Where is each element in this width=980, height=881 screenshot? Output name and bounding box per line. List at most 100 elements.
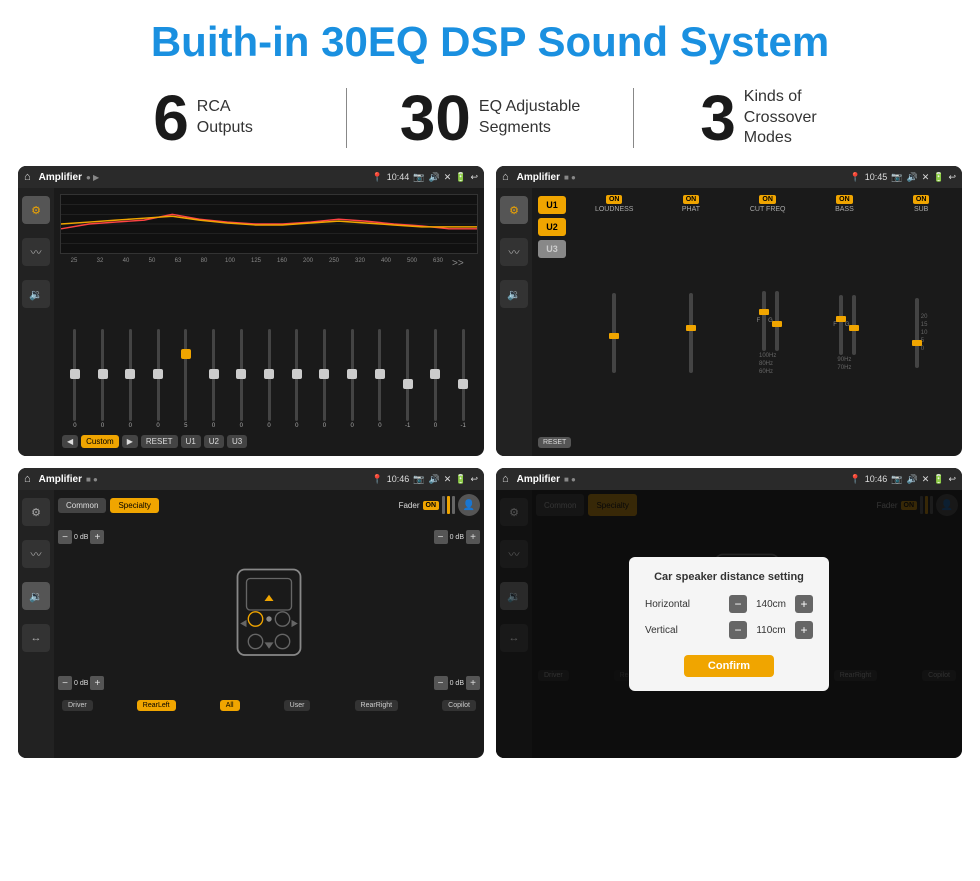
u2-crossover-btn[interactable]: U2	[538, 218, 566, 236]
eq-slider-6[interactable]: 0	[228, 329, 254, 429]
stat-crossover: 3 Kinds ofCrossover Modes	[634, 86, 920, 150]
camera-icon-2: 📷	[891, 172, 902, 183]
camera-icon-3: 📷	[413, 474, 424, 485]
status-icons-4: 📍 10:46 📷 🔊 ✕ 🔋 ↩	[850, 474, 957, 485]
vertical-minus-btn[interactable]: −	[729, 621, 747, 639]
sidebar-wave-btn[interactable]: 〰	[22, 238, 50, 266]
home-icon-2[interactable]: ⌂	[502, 171, 509, 183]
sidebar-vol-btn[interactable]: 🔉	[22, 280, 50, 308]
eq-slider-0[interactable]: 0	[62, 329, 88, 429]
back-icon-1[interactable]: ↩	[470, 172, 478, 183]
reset-btn[interactable]: RESET	[141, 435, 178, 448]
sidebar-wave-btn-2[interactable]: 〰	[500, 238, 528, 266]
volume-icon-1: 🔊	[428, 172, 439, 183]
bottomright-minus[interactable]: −	[434, 676, 448, 690]
rearright-btn[interactable]: RearRight	[355, 700, 399, 711]
u3-btn[interactable]: U3	[227, 435, 247, 448]
u2-btn[interactable]: U2	[204, 435, 224, 448]
vertical-row: Vertical − 110cm +	[645, 621, 813, 639]
eq-slider-1[interactable]: 0	[90, 329, 116, 429]
time-4: 10:46	[865, 474, 888, 484]
screen-crossover: ⌂ Amplifier ■ ● 📍 10:45 📷 🔊 ✕ 🔋 ↩ ⚙ 〰 🔉	[496, 166, 962, 456]
eq-slider-9[interactable]: 0	[312, 329, 338, 429]
horizontal-label: Horizontal	[645, 599, 705, 610]
eq-slider-3[interactable]: 0	[145, 329, 171, 429]
channel-sub: ON SUB 20151050	[884, 192, 958, 452]
channel-bass: ON BASS F G 90Hz70Hz	[808, 192, 882, 452]
bottom-label-buttons: Driver RearLeft All User RearRight Copil…	[58, 700, 480, 711]
app-title-2: Amplifier	[517, 172, 560, 183]
eq-slider-11[interactable]: 0	[367, 329, 393, 429]
eq-slider-7[interactable]: 0	[256, 329, 282, 429]
u3-crossover-btn[interactable]: U3	[538, 240, 566, 258]
home-icon-1[interactable]: ⌂	[24, 171, 31, 183]
reset-crossover-btn[interactable]: RESET	[538, 437, 571, 448]
topleft-minus[interactable]: −	[58, 530, 72, 544]
horizontal-minus-btn[interactable]: −	[729, 595, 747, 613]
profile-icon[interactable]: 👤	[458, 494, 480, 516]
status-dots-2: ■ ●	[564, 173, 576, 182]
sidebar-eq-btn[interactable]: ⚙	[22, 196, 50, 224]
sidebar-extra-btn-3[interactable]: ↔	[22, 624, 50, 652]
sidebar-eq-btn-2[interactable]: ⚙	[500, 196, 528, 224]
vertical-control: − 110cm +	[729, 621, 813, 639]
sidebar-eq-btn-3[interactable]: ⚙	[22, 498, 50, 526]
topright-plus[interactable]: +	[466, 530, 480, 544]
bottomright-plus[interactable]: +	[466, 676, 480, 690]
sidebar-wave-btn-3[interactable]: 〰	[22, 540, 50, 568]
sub-slider[interactable]: 20151050	[915, 216, 928, 449]
play-btn[interactable]: ▶	[122, 435, 138, 448]
sidebar-vol-btn-2[interactable]: 🔉	[500, 280, 528, 308]
bass-slider[interactable]: F G 90Hz70Hz	[833, 216, 855, 449]
all-btn[interactable]: All	[220, 700, 240, 711]
cutfreq-slider[interactable]: F G 100Hz80Hz60Hz	[757, 216, 779, 449]
status-dots-1: ● ▶	[86, 173, 99, 182]
home-icon-4[interactable]: ⌂	[502, 473, 509, 485]
status-dots-4: ■ ●	[564, 475, 576, 484]
rearleft-btn[interactable]: RearLeft	[137, 700, 176, 711]
home-icon-3[interactable]: ⌂	[24, 473, 31, 485]
u1-crossover-btn[interactable]: U1	[538, 196, 566, 214]
common-tab[interactable]: Common	[58, 498, 106, 513]
eq-main: 25 32 40 50 63 80 100 125 160 200 250 32…	[54, 188, 484, 456]
eq-slider-2[interactable]: 0	[117, 329, 143, 429]
vertical-plus-btn[interactable]: +	[795, 621, 813, 639]
bottomright-val: 0 dB	[450, 680, 464, 687]
battery-icon-2: 🔋	[933, 172, 944, 183]
eq-slider-10[interactable]: 0	[339, 329, 365, 429]
bottomleft-plus[interactable]: +	[90, 676, 104, 690]
u1-btn[interactable]: U1	[181, 435, 201, 448]
topleft-plus[interactable]: +	[90, 530, 104, 544]
eq-slider-5[interactable]: 0	[201, 329, 227, 429]
screen-speaker: ⌂ Amplifier ■ ● 📍 10:46 📷 🔊 ✕ 🔋 ↩ ⚙ 〰 🔉 …	[18, 468, 484, 758]
eq-slider-12[interactable]: -1	[395, 329, 421, 429]
driver-btn[interactable]: Driver	[62, 700, 93, 711]
status-bar-3: ⌂ Amplifier ■ ● 📍 10:46 📷 🔊 ✕ 🔋 ↩	[18, 468, 484, 490]
speaker-left-sidebar: ⚙ 〰 🔉 ↔	[18, 490, 54, 758]
battery-icon-4: 🔋	[933, 474, 944, 485]
user-btn[interactable]: User	[284, 700, 311, 711]
speaker-distance-dialog: Car speaker distance setting Horizontal …	[629, 557, 829, 691]
eq-slider-8[interactable]: 0	[284, 329, 310, 429]
back-icon-4[interactable]: ↩	[948, 474, 956, 485]
eq-slider-13[interactable]: 0	[423, 329, 449, 429]
custom-btn[interactable]: Custom	[81, 435, 119, 448]
location-icon-2: 📍	[850, 172, 861, 183]
bottomleft-minus[interactable]: −	[58, 676, 72, 690]
eq-slider-4[interactable]: 5	[173, 329, 199, 429]
topright-minus[interactable]: −	[434, 530, 448, 544]
loudness-slider[interactable]	[612, 216, 616, 449]
back-icon-2[interactable]: ↩	[948, 172, 956, 183]
speaker-tab-row: Common Specialty Fader ON 👤	[58, 494, 480, 516]
x-icon-4: ✕	[922, 474, 930, 485]
eq-slider-14[interactable]: -1	[450, 329, 476, 429]
location-icon-1: 📍	[372, 172, 383, 183]
back-icon-3[interactable]: ↩	[470, 474, 478, 485]
confirm-button[interactable]: Confirm	[684, 655, 774, 677]
phat-slider[interactable]	[689, 216, 693, 449]
specialty-tab[interactable]: Specialty	[110, 498, 158, 513]
horizontal-plus-btn[interactable]: +	[795, 595, 813, 613]
prev-btn[interactable]: ◀	[62, 435, 78, 448]
sidebar-vol-btn-3[interactable]: 🔉	[22, 582, 50, 610]
copilot-btn[interactable]: Copilot	[442, 700, 476, 711]
